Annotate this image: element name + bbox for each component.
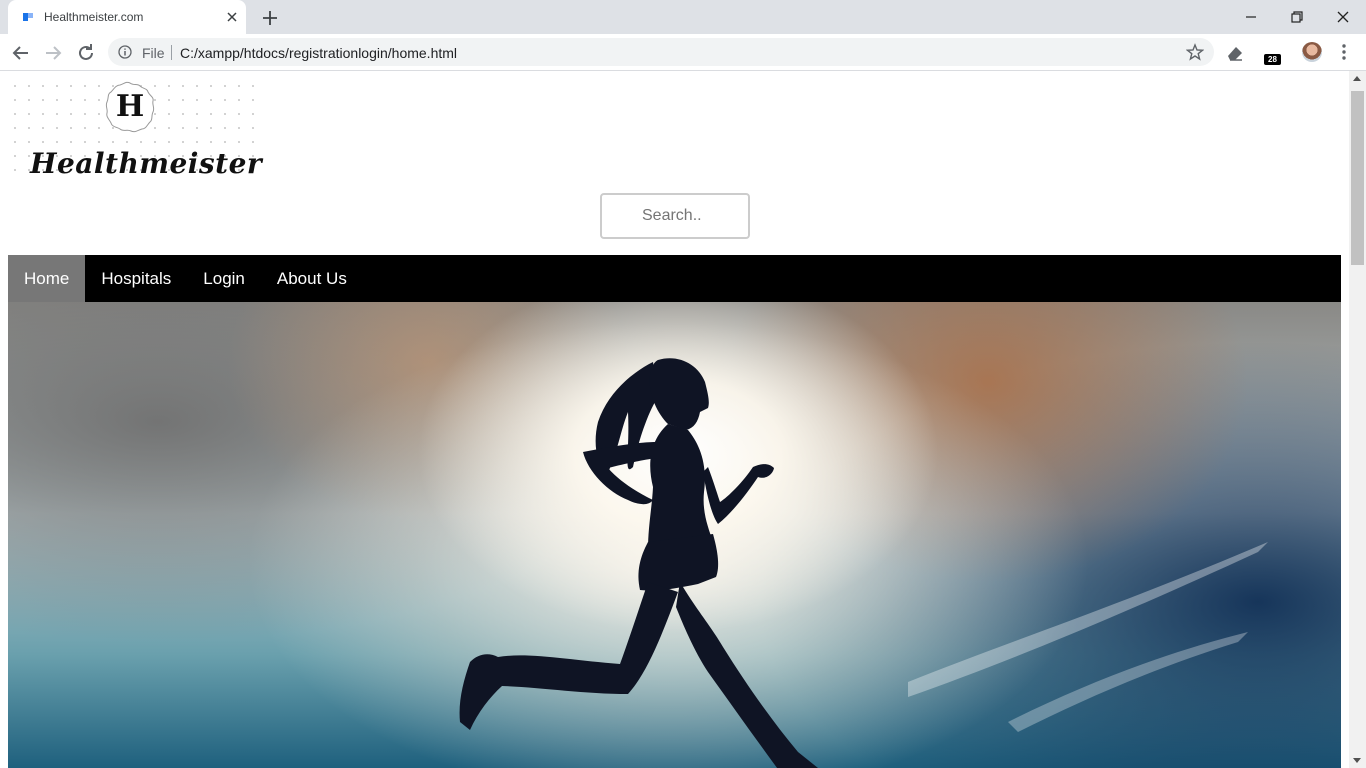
logo-monogram-icon: H xyxy=(105,81,155,133)
nav-home[interactable]: Home xyxy=(8,255,86,302)
url-scheme: File xyxy=(142,45,165,61)
reload-icon[interactable] xyxy=(75,42,97,64)
url-separator xyxy=(171,45,172,60)
bookmark-star-icon[interactable] xyxy=(1186,43,1204,61)
browser-toolbar: File C:/xampp/htdocs/registrationlogin/h… xyxy=(0,34,1366,71)
scroll-down-icon[interactable] xyxy=(1353,758,1361,763)
minimize-icon[interactable] xyxy=(1240,6,1262,28)
address-bar[interactable]: File C:/xampp/htdocs/registrationlogin/h… xyxy=(108,38,1214,66)
favicon-icon xyxy=(23,13,33,21)
nav-login[interactable]: Login xyxy=(187,255,261,302)
close-tab-icon[interactable] xyxy=(224,9,240,25)
runner-silhouette xyxy=(459,358,1268,768)
new-tab-icon[interactable] xyxy=(260,8,280,28)
forward-icon[interactable] xyxy=(42,42,64,64)
extension-badge: 28 xyxy=(1264,54,1281,65)
url-text[interactable]: C:/xampp/htdocs/registrationlogin/home.h… xyxy=(180,45,457,61)
back-icon[interactable] xyxy=(10,42,32,64)
site-logo[interactable]: H Healthmeister xyxy=(8,79,262,180)
nav-about-us[interactable]: About Us xyxy=(261,255,363,302)
logo-text: Healthmeister xyxy=(30,147,263,180)
nav-hospitals[interactable]: Hospitals xyxy=(85,255,187,302)
menu-icon[interactable] xyxy=(1336,42,1352,62)
top-navigation: Home Hospitals Login About Us xyxy=(8,255,1341,302)
hero-image xyxy=(8,302,1341,768)
restore-icon[interactable] xyxy=(1286,6,1308,28)
tab-title: Healthmeister.com xyxy=(44,10,144,24)
info-icon[interactable] xyxy=(118,45,132,59)
page-viewport: H Healthmeister Home Hospitals Login Abo… xyxy=(0,71,1349,768)
close-window-icon[interactable] xyxy=(1332,6,1354,28)
logo-monogram: H xyxy=(116,89,144,124)
browser-tabstrip: Healthmeister.com xyxy=(0,0,1366,34)
profile-avatar[interactable] xyxy=(1302,42,1322,62)
browser-tab[interactable]: Healthmeister.com xyxy=(8,0,246,34)
eraser-extension-icon[interactable] xyxy=(1224,42,1246,64)
search-input[interactable] xyxy=(600,193,750,239)
scrollbar-thumb[interactable] xyxy=(1351,91,1364,265)
page-scrollbar[interactable] xyxy=(1349,71,1366,768)
scroll-up-icon[interactable] xyxy=(1353,76,1361,81)
